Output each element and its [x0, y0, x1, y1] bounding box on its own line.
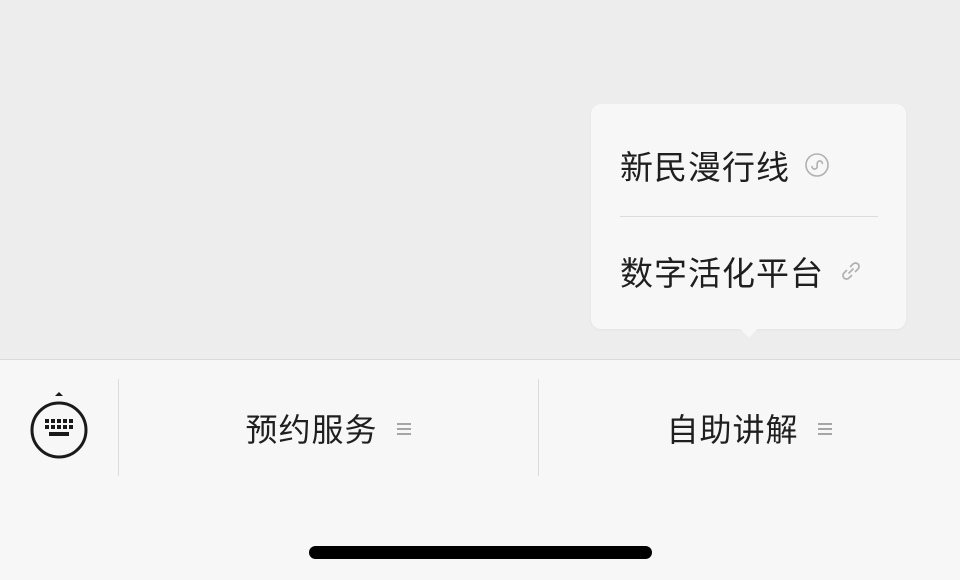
- menu-button-booking-service[interactable]: 预约服务: [119, 379, 538, 476]
- submenu-lines-icon: [817, 422, 832, 435]
- submenu-popup-arrow: [737, 325, 761, 338]
- menu-button-label: 预约服务: [245, 410, 378, 449]
- mini-program-icon: [805, 153, 829, 177]
- submenu-lines-icon: [396, 422, 411, 435]
- submenu-item-digital-platform[interactable]: 数字活化平台: [620, 216, 864, 326]
- submenu-item-xinmin-manxingxian[interactable]: 新民漫行线: [620, 110, 830, 220]
- submenu-item-label: 新民漫行线: [620, 148, 790, 187]
- menu-button-label: 自助讲解: [666, 410, 799, 449]
- keyboard-icon: [30, 392, 88, 459]
- home-indicator[interactable]: [309, 546, 652, 559]
- submenu-item-label: 数字活化平台: [620, 254, 824, 293]
- menu-button-self-guided-tour[interactable]: 自助讲解: [539, 379, 960, 476]
- custom-menu-bar: 预约服务 自助讲解: [0, 359, 960, 580]
- link-icon: [842, 262, 860, 280]
- keyboard-toggle-button[interactable]: [28, 392, 90, 462]
- submenu-popup: 新民漫行线 数字活化平台: [591, 104, 906, 329]
